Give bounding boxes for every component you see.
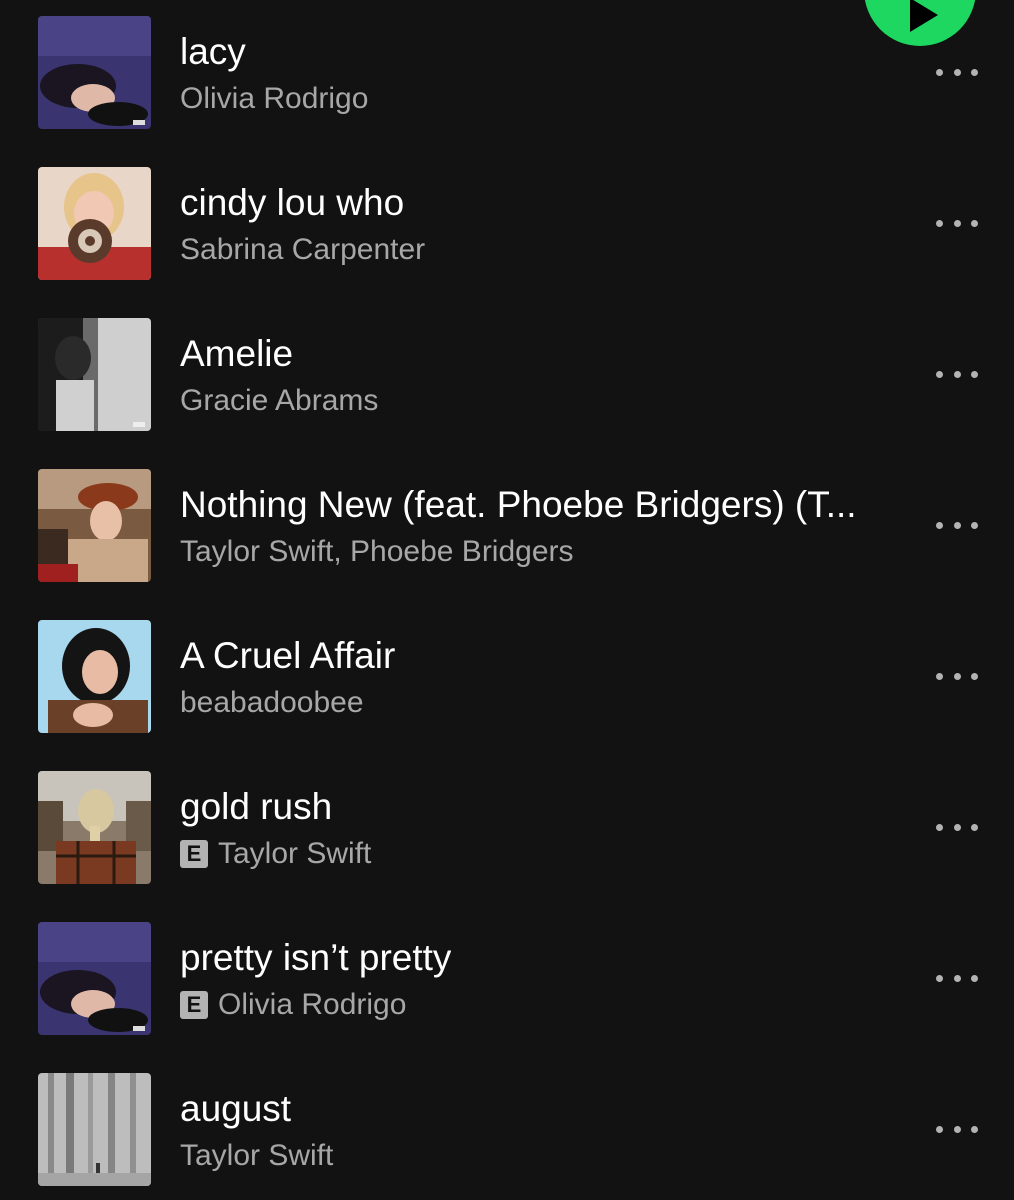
more-options-icon[interactable] <box>936 64 978 80</box>
track-subtitle: E Taylor Swift <box>180 835 371 873</box>
album-cover <box>38 771 151 884</box>
album-art-sabrina <box>38 167 151 280</box>
album-art-guts <box>38 16 151 129</box>
album-art-guts <box>38 922 151 1035</box>
track-artist: Gracie Abrams <box>180 384 379 417</box>
track-subtitle: E Olivia Rodrigo <box>180 986 406 1024</box>
album-cover <box>38 620 151 733</box>
track-title: pretty isn’t pretty <box>180 937 452 978</box>
album-art-gracie <box>38 318 151 431</box>
more-options-icon[interactable] <box>936 668 978 684</box>
track-title: gold rush <box>180 786 333 827</box>
track-row[interactable]: A Cruel Affair beabadoobee <box>0 604 1014 744</box>
album-cover <box>38 167 151 280</box>
track-subtitle: Gracie Abrams <box>180 382 378 420</box>
track-row[interactable]: cindy lou who Sabrina Carpenter <box>0 151 1014 291</box>
more-options-icon[interactable] <box>936 366 978 382</box>
track-subtitle: beabadoobee <box>180 684 364 722</box>
more-options-icon[interactable] <box>936 1121 978 1137</box>
album-cover <box>38 1073 151 1186</box>
track-artist: Taylor Swift, Phoebe Bridgers <box>180 535 574 568</box>
track-row[interactable]: Nothing New (feat. Phoebe Bridgers) (T..… <box>0 453 1014 593</box>
track-title: august <box>180 1088 292 1129</box>
more-options-icon[interactable] <box>936 819 978 835</box>
track-title: Nothing New (feat. Phoebe Bridgers) (T..… <box>180 484 857 525</box>
album-art-evermore <box>38 771 151 884</box>
explicit-badge: E <box>180 840 208 868</box>
album-art-red <box>38 469 151 582</box>
track-title: Amelie <box>180 333 294 374</box>
more-options-icon[interactable] <box>936 215 978 231</box>
play-icon <box>910 0 938 32</box>
track-artist: Taylor Swift <box>180 1139 334 1172</box>
track-artist: Olivia Rodrigo <box>180 82 369 115</box>
more-options-icon[interactable] <box>936 970 978 986</box>
track-title: lacy <box>180 31 246 72</box>
track-title: A Cruel Affair <box>180 635 396 676</box>
track-artist: beabadoobee <box>180 686 364 719</box>
track-row[interactable]: Amelie Gracie Abrams <box>0 302 1014 442</box>
track-subtitle: Sabrina Carpenter <box>180 231 425 269</box>
more-options-icon[interactable] <box>936 517 978 533</box>
track-subtitle: Taylor Swift <box>180 1137 333 1175</box>
album-art-folklore <box>38 1073 151 1186</box>
track-artist: Taylor Swift <box>218 837 372 870</box>
track-title: cindy lou who <box>180 182 405 223</box>
track-row[interactable]: lacy Olivia Rodrigo <box>0 0 1014 140</box>
album-art-bea <box>38 620 151 733</box>
track-row[interactable]: august Taylor Swift <box>0 1057 1014 1197</box>
track-artist: Olivia Rodrigo <box>218 988 407 1021</box>
track-subtitle: Taylor Swift, Phoebe Bridgers <box>180 533 574 571</box>
playlist-screen: lacy Olivia Rodrigo cindy lou who Sabrin… <box>0 0 1014 1200</box>
track-row[interactable]: pretty isn’t pretty E Olivia Rodrigo <box>0 906 1014 1046</box>
album-cover <box>38 16 151 129</box>
album-cover <box>38 922 151 1035</box>
track-subtitle: Olivia Rodrigo <box>180 80 368 118</box>
track-row[interactable]: gold rush E Taylor Swift <box>0 755 1014 895</box>
explicit-badge: E <box>180 991 208 1019</box>
album-cover <box>38 469 151 582</box>
album-cover <box>38 318 151 431</box>
track-artist: Sabrina Carpenter <box>180 233 426 266</box>
